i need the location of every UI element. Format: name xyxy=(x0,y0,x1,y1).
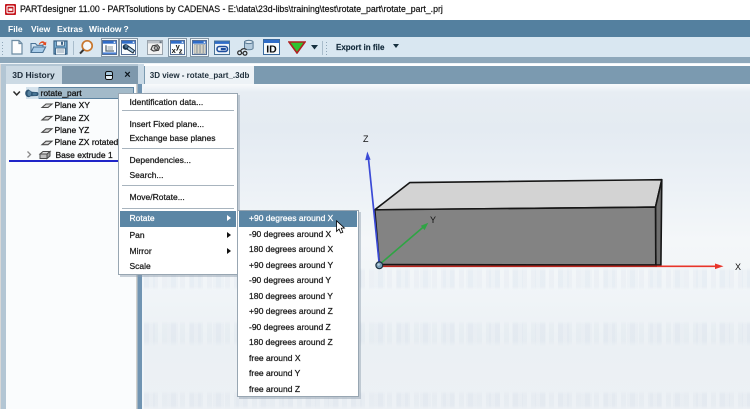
svg-text:Z: Z xyxy=(363,134,369,144)
svg-text:X: X xyxy=(735,262,741,272)
svg-text:Y: Y xyxy=(430,215,436,225)
